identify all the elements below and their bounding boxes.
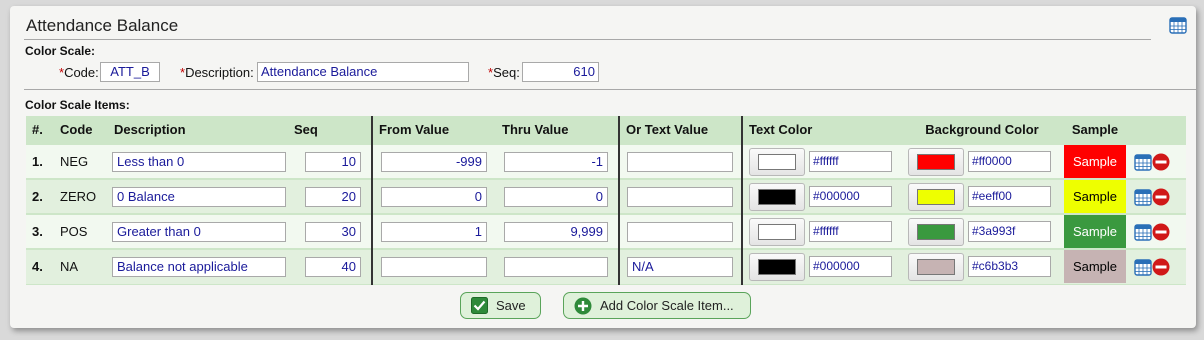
remove-icon[interactable] (1152, 188, 1170, 206)
col-or-text-value: Or Text Value (619, 116, 743, 144)
text-color-hex-input[interactable]: #000000 (809, 256, 892, 278)
checkmark-icon (471, 297, 488, 314)
text-color-swatch (758, 153, 796, 170)
col-sample: Sample (1062, 116, 1128, 144)
col-thru-value: Thru Value (496, 116, 620, 144)
row-thru-value-input[interactable]: -1 (504, 151, 608, 172)
background-color-hex-input[interactable]: #3a993f (968, 221, 1051, 242)
row-seq-input[interactable]: 20 (305, 186, 361, 207)
col-text-color: Text Color (742, 116, 902, 144)
calendar-icon[interactable] (1134, 258, 1152, 276)
table-row: 4. NA Balance not applicable 40 N/A #000000 #c… (26, 248, 1186, 285)
text-color-hex-input[interactable]: #000000 (809, 186, 892, 207)
table-row: 2. ZERO 0 Balance 20 0 0 #000000 #eeff00 Sample (26, 178, 1186, 215)
row-number: 3. (26, 213, 54, 250)
row-description-input[interactable]: Balance not applicable (112, 256, 286, 277)
row-description-input[interactable]: 0 Balance (112, 186, 286, 207)
row-thru-value-input[interactable]: 9,999 (504, 221, 608, 242)
description-field[interactable]: Attendance Balance (257, 62, 469, 82)
background-color-swatch (917, 223, 955, 240)
row-from-value-input[interactable]: 1 (381, 221, 487, 242)
row-thru-value-input[interactable] (504, 256, 608, 277)
add-color-scale-item-button[interactable]: Add Color Scale Item... (563, 292, 751, 319)
calendar-icon[interactable] (1134, 188, 1152, 206)
background-color-picker[interactable] (908, 147, 964, 176)
remove-icon[interactable] (1152, 153, 1170, 171)
row-code: POS (54, 213, 108, 250)
row-sample: Sample (1064, 250, 1126, 284)
row-sample: Sample (1064, 145, 1126, 178)
row-seq-input[interactable]: 40 (305, 256, 361, 277)
calendar-icon[interactable] (1134, 153, 1152, 171)
color-scale-items-table: #. Code Description Seq From Value Thru … (26, 116, 1186, 285)
add-label: Add Color Scale Item... (600, 298, 734, 313)
background-color-swatch (917, 188, 955, 205)
add-circle-icon (574, 297, 592, 314)
row-code: NA (54, 248, 108, 285)
row-text-value-input[interactable] (627, 221, 733, 242)
background-color-picker[interactable] (908, 217, 964, 246)
text-color-picker[interactable] (749, 182, 805, 211)
row-text-value-input[interactable] (627, 151, 733, 172)
text-color-swatch (758, 223, 796, 240)
col-num: #. (26, 116, 54, 144)
text-color-picker[interactable] (749, 252, 805, 281)
row-sample: Sample (1064, 180, 1126, 213)
row-number: 2. (26, 178, 54, 215)
text-color-swatch (758, 258, 796, 275)
text-color-swatch (758, 188, 796, 205)
col-background-color: Background Color (902, 116, 1062, 144)
background-color-hex-input[interactable]: #ff0000 (968, 151, 1051, 172)
text-color-hex-input[interactable]: #ffffff (809, 221, 892, 242)
code-field[interactable]: ATT_B (100, 62, 160, 82)
row-code: ZERO (54, 178, 108, 215)
background-color-swatch (917, 153, 955, 170)
page-title: Attendance Balance (26, 16, 179, 35)
color-scale-section-label: Color Scale: (25, 44, 96, 58)
col-code: Code (54, 116, 108, 144)
row-thru-value-input[interactable]: 0 (504, 186, 608, 207)
row-description-input[interactable]: Greater than 0 (112, 221, 286, 242)
row-text-value-input[interactable]: N/A (627, 256, 733, 277)
row-description-input[interactable]: Less than 0 (112, 151, 286, 172)
section-divider (24, 89, 1196, 90)
row-seq-input[interactable]: 10 (305, 151, 361, 172)
remove-icon[interactable] (1152, 223, 1170, 241)
code-label: *Code: (59, 65, 99, 80)
seq-label: *Seq: (488, 65, 520, 80)
table-row: 3. POS Greater than 0 30 1 9,999 #ffffff #3a993… (26, 213, 1186, 250)
row-from-value-input[interactable]: 0 (381, 186, 487, 207)
description-label: *Description: (180, 65, 254, 80)
items-section-label: Color Scale Items: (25, 98, 130, 112)
col-seq: Seq (288, 116, 373, 144)
background-color-picker[interactable] (908, 252, 964, 281)
col-actions (1128, 116, 1186, 144)
row-from-value-input[interactable] (381, 256, 487, 277)
row-text-value-input[interactable] (627, 186, 733, 207)
table-row: 1. NEG Less than 0 10 -999 -1 #ffffff #ff0000 Sa… (26, 143, 1186, 180)
row-code: NEG (54, 143, 108, 180)
text-color-picker[interactable] (749, 147, 805, 176)
row-number: 4. (26, 248, 54, 285)
seq-field[interactable]: 610 (522, 62, 599, 82)
remove-icon[interactable] (1152, 258, 1170, 276)
col-from-value: From Value (372, 116, 496, 144)
background-color-hex-input[interactable]: #c6b3b3 (968, 256, 1051, 278)
row-number: 1. (26, 143, 54, 180)
text-color-hex-input[interactable]: #ffffff (809, 151, 892, 172)
background-color-picker[interactable] (908, 182, 964, 211)
table-header-row: #. Code Description Seq From Value Thru … (26, 116, 1186, 144)
text-color-picker[interactable] (749, 217, 805, 246)
title-divider (24, 39, 1151, 40)
calendar-icon[interactable] (1134, 223, 1152, 241)
col-description: Description (108, 116, 288, 144)
calendar-icon[interactable] (1169, 16, 1187, 34)
save-button[interactable]: Save (460, 292, 541, 319)
background-color-swatch (917, 258, 955, 275)
save-label: Save (496, 298, 526, 313)
row-seq-input[interactable]: 30 (305, 221, 361, 242)
row-from-value-input[interactable]: -999 (381, 151, 487, 172)
row-sample: Sample (1064, 215, 1126, 248)
background-color-hex-input[interactable]: #eeff00 (968, 186, 1051, 207)
